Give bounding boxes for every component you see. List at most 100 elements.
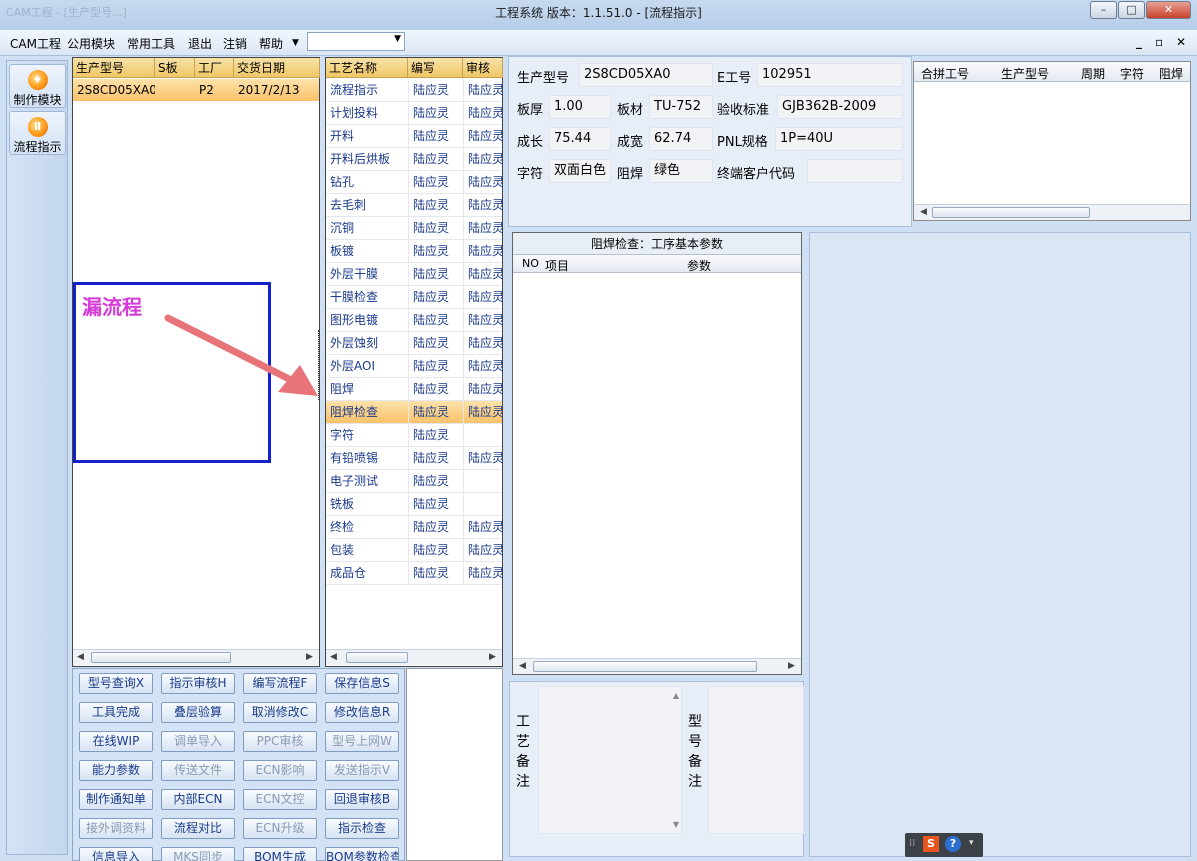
table-row[interactable]: 图形电镀 陆应灵 陆应灵: [326, 309, 503, 332]
action-button-3[interactable]: 编写流程F: [243, 673, 317, 694]
col-merge-cycle[interactable]: 周期: [1081, 65, 1105, 82]
help-icon[interactable]: ?: [945, 836, 961, 852]
sogou-icon[interactable]: S: [923, 836, 939, 852]
action-button-26[interactable]: MKS同步: [161, 847, 235, 861]
maximize-button[interactable]: □: [1118, 1, 1145, 19]
menu-common-module[interactable]: 公用模块: [67, 35, 115, 52]
table-row[interactable]: 开料 陆应灵 陆应灵: [326, 125, 503, 148]
model-notes-textarea[interactable]: [708, 686, 804, 834]
scroll-left-icon[interactable]: ◀: [920, 207, 927, 217]
action-button-19[interactable]: ECN文控: [243, 789, 317, 810]
menu-help[interactable]: 帮助: [259, 35, 283, 52]
action-button-28[interactable]: BOM参数检查: [325, 847, 399, 861]
col-date[interactable]: 交货日期: [234, 58, 320, 78]
field-thickness[interactable]: 1.00: [549, 95, 611, 119]
action-button-12[interactable]: 型号上网W: [325, 731, 399, 752]
scroll-up-icon[interactable]: ▲: [673, 691, 679, 700]
action-button-11[interactable]: PPC审核: [243, 731, 317, 752]
field-width[interactable]: 62.74: [649, 127, 713, 151]
scroll-thumb[interactable]: [346, 652, 408, 663]
col-s[interactable]: S板: [155, 58, 195, 78]
action-button-17[interactable]: 制作通知单: [79, 789, 153, 810]
field-length[interactable]: 75.44: [549, 127, 611, 151]
col-reviewer[interactable]: 审核: [463, 58, 503, 78]
close-button[interactable]: ✕: [1146, 1, 1191, 19]
action-button-27[interactable]: BOM生成: [243, 847, 317, 861]
col-writer[interactable]: 编写: [408, 58, 463, 78]
action-button-6[interactable]: 叠层验算: [161, 702, 235, 723]
action-button-15[interactable]: ECN影响: [243, 760, 317, 781]
action-button-21[interactable]: 接外调资料: [79, 818, 153, 839]
table-row[interactable]: 干膜检查 陆应灵 陆应灵: [326, 286, 503, 309]
table-row[interactable]: 外层蚀刻 陆应灵 陆应灵: [326, 332, 503, 355]
mdi-restore-button[interactable]: ▫: [1155, 35, 1163, 49]
action-button-13[interactable]: 能力参数: [79, 760, 153, 781]
action-button-5[interactable]: 工具完成: [79, 702, 153, 723]
menu-logout[interactable]: 注销: [223, 35, 247, 52]
menu-exit[interactable]: 退出: [188, 35, 212, 52]
table-row[interactable]: 外层AOI 陆应灵 陆应灵: [326, 355, 503, 378]
table-row[interactable]: 铣板 陆应灵: [326, 493, 502, 516]
scroll-thumb[interactable]: [932, 207, 1090, 218]
field-e-number[interactable]: 102951: [757, 63, 903, 87]
table-row[interactable]: 有铅喷锡 陆应灵 陆应灵: [326, 447, 503, 470]
action-button-8[interactable]: 修改信息R: [325, 702, 399, 723]
field-model[interactable]: 2S8CD05XA0: [579, 63, 713, 87]
action-button-16[interactable]: 发送指示V: [325, 760, 399, 781]
action-button-18[interactable]: 内部ECN: [161, 789, 235, 810]
table-row[interactable]: 计划投料 陆应灵 陆应灵: [326, 102, 503, 125]
sidebar-item-process[interactable]: Ⅱ 流程指示: [9, 111, 66, 155]
field-silkscreen[interactable]: 双面白色: [549, 159, 611, 183]
table-row[interactable]: 2S8CD05XA0 P2 2017/2/13: [73, 79, 319, 101]
scroll-right-icon[interactable]: ▶: [788, 661, 795, 671]
action-button-25[interactable]: 信息导入: [79, 847, 153, 861]
table-row[interactable]: 去毛刺 陆应灵 陆应灵: [326, 194, 503, 217]
table-row[interactable]: 沉铜 陆应灵 陆应灵: [326, 217, 503, 240]
order-grid-scrollbar[interactable]: ◀ ▶: [73, 649, 319, 665]
col-factory[interactable]: 工厂: [195, 58, 234, 78]
table-row[interactable]: 包装 陆应灵 陆应灵: [326, 539, 503, 562]
table-row[interactable]: 成品仓 陆应灵 陆应灵: [326, 562, 503, 585]
sidebar-item-production[interactable]: ♦ 制作模块: [9, 64, 66, 108]
action-button-4[interactable]: 保存信息S: [325, 673, 399, 694]
col-process-name[interactable]: 工艺名称: [326, 58, 408, 78]
field-material[interactable]: TU-752: [649, 95, 713, 119]
help-dropdown-icon[interactable]: ▼: [292, 38, 299, 48]
col-merge-no[interactable]: 合拼工号: [921, 65, 969, 82]
table-row[interactable]: 外层干膜 陆应灵 陆应灵: [326, 263, 503, 286]
scroll-left-icon[interactable]: ◀: [330, 652, 337, 662]
scroll-left-icon[interactable]: ◀: [77, 652, 84, 662]
scroll-right-icon[interactable]: ▶: [306, 652, 313, 662]
action-button-1[interactable]: 型号查询X: [79, 673, 153, 694]
process-notes-textarea[interactable]: ▲ ▼: [538, 686, 682, 834]
col-param[interactable]: 参数: [687, 257, 711, 274]
menu-combo-box[interactable]: ▼: [307, 32, 405, 51]
table-row[interactable]: 字符 陆应灵: [326, 424, 502, 447]
table-row[interactable]: 终检 陆应灵 陆应灵: [326, 516, 503, 539]
table-row[interactable]: 电子测试 陆应灵: [326, 470, 502, 493]
col-item[interactable]: 项目: [545, 257, 569, 274]
menu-cam[interactable]: CAM工程: [10, 35, 61, 52]
params-scrollbar[interactable]: ◀ ▶: [513, 658, 801, 674]
action-button-22[interactable]: 流程对比: [161, 818, 235, 839]
scroll-down-icon[interactable]: ▼: [673, 820, 679, 829]
field-standard[interactable]: GJB362B-2009: [777, 95, 903, 119]
table-row[interactable]: 板镀 陆应灵 陆应灵: [326, 240, 503, 263]
process-grid-scrollbar[interactable]: ◀ ▶: [326, 649, 502, 665]
col-model[interactable]: 生产型号: [73, 58, 155, 78]
action-button-23[interactable]: ECN升级: [243, 818, 317, 839]
mdi-minimize-button[interactable]: _: [1136, 35, 1142, 49]
action-button-9[interactable]: 在线WIP: [79, 731, 153, 752]
field-customer-code[interactable]: [807, 159, 903, 183]
scroll-thumb[interactable]: [91, 652, 231, 663]
table-row[interactable]: 阻焊检查 陆应灵 陆应灵: [326, 401, 503, 424]
col-merge-model[interactable]: 生产型号: [1001, 65, 1049, 82]
action-button-20[interactable]: 回退审核B: [325, 789, 399, 810]
minimize-button[interactable]: –: [1090, 1, 1117, 19]
menu-tools[interactable]: 常用工具: [127, 35, 175, 52]
scroll-right-icon[interactable]: ▶: [489, 652, 496, 662]
scroll-thumb[interactable]: [533, 661, 757, 672]
col-merge-char[interactable]: 字符: [1120, 65, 1144, 82]
mdi-close-button[interactable]: ✕: [1176, 35, 1186, 49]
ime-menu-icon[interactable]: ▾: [969, 838, 974, 848]
